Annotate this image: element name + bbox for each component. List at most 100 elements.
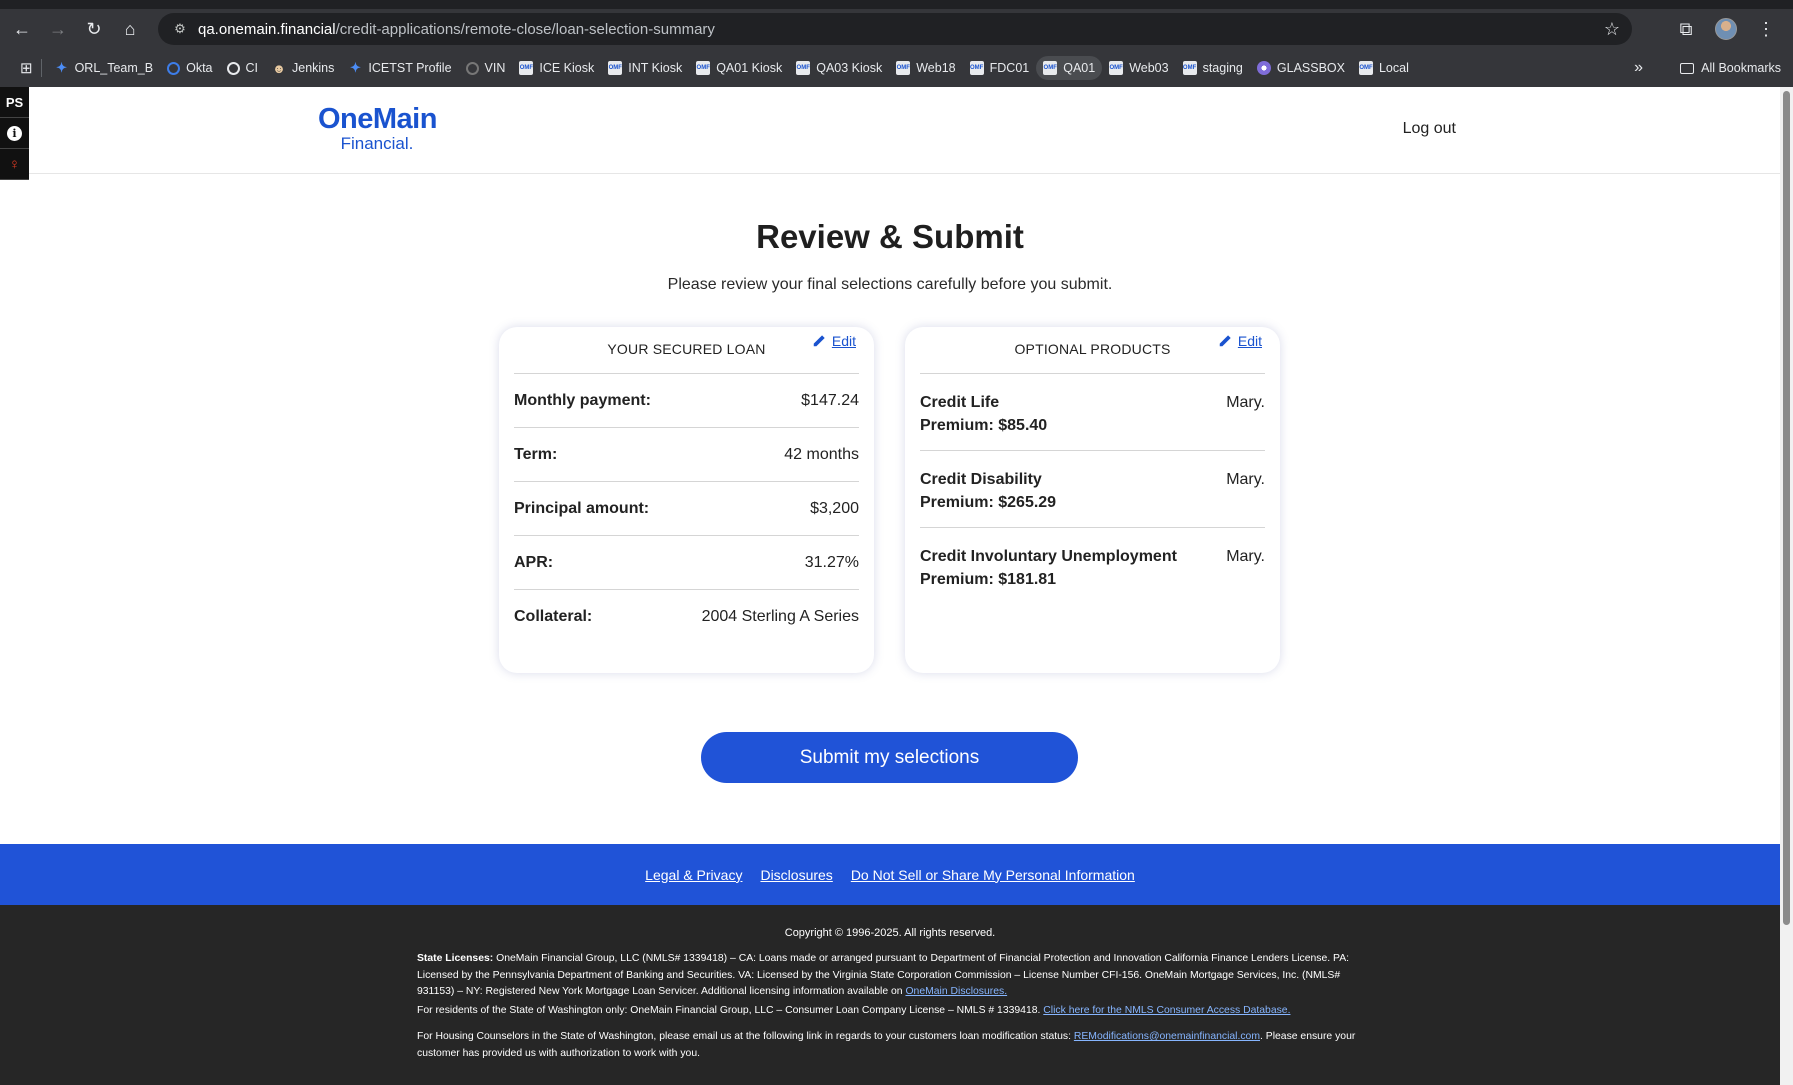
do-not-sell-link[interactable]: Do Not Sell or Share My Personal Informa…: [851, 867, 1135, 883]
loan-detail-label: Collateral:: [514, 608, 593, 625]
submit-selections-button[interactable]: Submit my selections: [701, 732, 1078, 783]
omf-icon: OMF: [969, 61, 984, 75]
bookmark-item[interactable]: Okta: [160, 56, 219, 80]
email-link[interactable]: REModifications@onemainfinancial.com: [1074, 1031, 1260, 1042]
bookmark-item[interactable]: OMF FDC01: [963, 56, 1037, 80]
loan-detail-row: Monthly payment: $147.24: [514, 374, 859, 428]
omf-icon: OMF: [1182, 61, 1197, 75]
ps-extension-button[interactable]: PS: [0, 87, 29, 118]
forward-icon[interactable]: →: [40, 11, 76, 47]
omf-icon: OMF: [1358, 61, 1373, 75]
jenkins-icon: ☻: [272, 60, 286, 76]
tab-strip: [0, 0, 1793, 9]
disclosures-link[interactable]: Disclosures: [760, 867, 832, 883]
omf-icon: OMF: [696, 61, 711, 75]
bookmark-item[interactable]: OMF INT Kiosk: [601, 56, 689, 80]
address-bar[interactable]: ⚙ qa.onemain.financial/credit-applicatio…: [158, 13, 1632, 45]
loan-detail-value: 2004 Sterling A Series: [701, 608, 859, 625]
extension-panel: PS i ♀: [0, 87, 29, 180]
bookmark-item[interactable]: GLASSBOX: [1250, 56, 1352, 80]
loan-detail-value: 42 months: [784, 445, 859, 463]
bookmark-item[interactable]: OMF Web18: [889, 56, 962, 80]
product-premium: Premium: $85.40: [920, 417, 1048, 434]
omf-icon: OMF: [519, 61, 534, 75]
omf-icon: OMF: [796, 61, 811, 75]
lightbulb-icon: ♀: [8, 155, 21, 173]
footer-links-bar: Legal & Privacy Disclosures Do Not Sell …: [0, 844, 1780, 905]
bookmark-label: Okta: [186, 61, 213, 75]
profile-avatar[interactable]: [1709, 11, 1743, 47]
nmls-link[interactable]: Click here for the NMLS Consumer Access …: [1043, 1005, 1290, 1016]
pencil-icon: [1219, 335, 1231, 347]
page-subtitle: Please review your final selections care…: [667, 276, 1113, 293]
bookmark-item[interactable]: OMF QA01 Kiosk: [689, 56, 789, 80]
logout-link[interactable]: Log out: [1403, 120, 1456, 138]
bookmark-label: INT Kiosk: [628, 61, 683, 75]
home-icon[interactable]: ⌂: [112, 11, 148, 47]
bookmark-label: ICETST Profile: [368, 61, 452, 75]
product-value: Mary.: [1226, 394, 1265, 411]
bookmark-label: FDC01: [989, 61, 1030, 75]
bookmark-item[interactable]: ✦ ORL_Team_B: [48, 56, 161, 80]
copyright-text: Copyright © 1996-2025. All rights reserv…: [784, 927, 996, 939]
product-value: Mary.: [1226, 548, 1265, 565]
reload-icon[interactable]: ↻: [76, 11, 112, 47]
more-bookmarks-icon[interactable]: »: [1634, 59, 1643, 77]
loan-detail-value: $3,200: [810, 499, 859, 517]
bookmark-item[interactable]: CI: [220, 56, 266, 80]
jira-icon: ✦: [56, 60, 68, 75]
loan-card-title: YOUR SECURED LOAN: [514, 327, 859, 374]
site-header: OneMain Financial. Log out: [0, 87, 1780, 174]
footer-legal: Copyright © 1996-2025. All rights reserv…: [0, 905, 1780, 1085]
bookmark-label: staging: [1202, 61, 1243, 75]
bookmark-label: VIN: [484, 61, 506, 75]
optional-products-card: OPTIONAL PRODUCTS Edit Credit Life Premiu…: [905, 327, 1280, 673]
loan-detail-row: APR: 31.27%: [514, 536, 859, 590]
bookmark-item[interactable]: OMF QA01: [1036, 56, 1103, 80]
bookmark-item[interactable]: OMF staging: [1176, 56, 1250, 80]
bookmark-item[interactable]: OMF QA03 Kiosk: [789, 56, 889, 80]
back-icon[interactable]: ←: [4, 11, 40, 47]
info-extension-button[interactable]: i: [0, 118, 29, 149]
bookmark-item[interactable]: OMF Web03: [1102, 56, 1175, 80]
product-name: Credit Disability: [920, 471, 1042, 488]
products-card-title: OPTIONAL PRODUCTS: [920, 327, 1265, 374]
ci-icon: [226, 61, 240, 75]
optional-product-row: Credit Life Premium: $85.40 Mary.: [920, 374, 1265, 451]
bookmark-star-icon[interactable]: ☆: [1604, 19, 1620, 40]
omf-icon: OMF: [1043, 61, 1058, 75]
legal-privacy-link[interactable]: Legal & Privacy: [645, 867, 742, 883]
optional-product-row: Credit Involuntary Unemployment Premium: …: [920, 528, 1265, 605]
all-bookmarks-button[interactable]: All Bookmarks: [1680, 61, 1781, 75]
loan-detail-row: Collateral: 2004 Sterling A Series: [514, 590, 859, 644]
onemain-logo[interactable]: OneMain Financial.: [318, 105, 437, 153]
scrollbar[interactable]: [1780, 87, 1793, 1085]
loan-edit-link[interactable]: Edit: [812, 333, 856, 349]
github-icon: [465, 61, 479, 75]
extensions-icon[interactable]: ⧉: [1669, 11, 1703, 47]
products-edit-link[interactable]: Edit: [1218, 333, 1262, 349]
browser-toolbar: ← → ↻ ⌂ ⚙ qa.onemain.financial/credit-ap…: [0, 9, 1793, 49]
loan-detail-label: APR:: [514, 553, 554, 571]
scrollbar-thumb[interactable]: [1783, 91, 1790, 925]
omf-icon: OMF: [896, 61, 911, 75]
bookmark-item[interactable]: ☻ Jenkins: [265, 56, 341, 80]
loan-detail-label: Term:: [514, 445, 558, 463]
bookmark-item[interactable]: VIN: [459, 56, 513, 80]
url-text[interactable]: qa.onemain.financial/credit-applications…: [198, 21, 715, 38]
product-value: Mary.: [1226, 471, 1265, 488]
bookmark-item[interactable]: OMF Local: [1352, 56, 1416, 80]
menu-icon[interactable]: ⋮: [1749, 11, 1783, 47]
omf-icon: OMF: [608, 61, 623, 75]
apps-icon[interactable]: ⊞: [18, 54, 35, 82]
bookmark-label: QA01 Kiosk: [716, 61, 783, 75]
lightbulb-extension-button[interactable]: ♀: [0, 149, 29, 180]
bookmark-item[interactable]: OMF ICE Kiosk: [512, 56, 601, 80]
washington-text: For residents of the State of Washington…: [417, 1005, 1291, 1016]
bookmark-label: QA03 Kiosk: [816, 61, 883, 75]
site-info-icon[interactable]: ⚙: [164, 21, 196, 37]
product-premium: Premium: $265.29: [920, 494, 1057, 511]
onemain-disclosures-link[interactable]: OneMain Disclosures.: [905, 986, 1007, 997]
pencil-icon: [813, 335, 825, 347]
bookmark-item[interactable]: ✦ ICETST Profile: [341, 56, 458, 80]
